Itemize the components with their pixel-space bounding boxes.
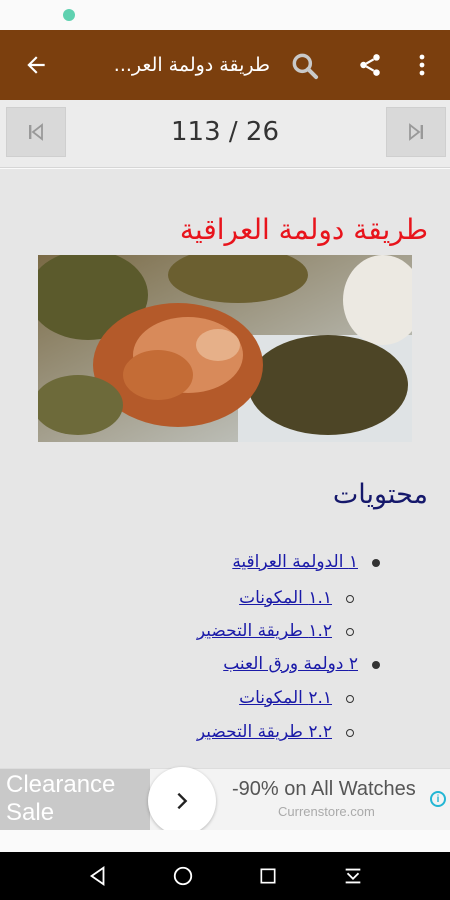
previous-page-button[interactable] bbox=[6, 107, 66, 157]
toc-item[interactable]: ١.١ المكونات bbox=[239, 581, 354, 615]
search-icon[interactable] bbox=[286, 47, 324, 85]
hollow-bullet-icon bbox=[346, 694, 354, 703]
hollow-bullet-icon bbox=[346, 728, 354, 737]
bullet-icon bbox=[372, 660, 380, 669]
dolma-photo bbox=[38, 255, 412, 442]
app-bar-title: طريقة دولمة العر... bbox=[113, 54, 270, 76]
page-navigator: 113 / 26 bbox=[0, 100, 450, 168]
home-circle-icon[interactable] bbox=[167, 860, 199, 892]
back-triangle-icon[interactable] bbox=[82, 860, 114, 892]
ad-open-button[interactable] bbox=[148, 767, 216, 835]
toc-item[interactable]: ٢.٢ طريقة التحضير bbox=[197, 715, 354, 749]
toc-item[interactable]: ٢.١ المكونات bbox=[239, 681, 354, 715]
status-bar bbox=[0, 0, 450, 30]
ad-banner[interactable]: Clearance Sale -90% on All Watches Curre… bbox=[0, 767, 450, 835]
article-title: طريقة دولمة العراقية bbox=[179, 213, 428, 246]
next-page-button[interactable] bbox=[386, 107, 446, 157]
skip-previous-icon bbox=[29, 123, 43, 141]
toc-item[interactable]: ١ الدولمة العراقية bbox=[232, 545, 380, 579]
ad-url: Currenstore.com bbox=[278, 804, 375, 819]
app-bar: طريقة دولمة العر... bbox=[0, 30, 450, 100]
toc-heading: محتويات bbox=[332, 479, 428, 510]
hollow-bullet-icon bbox=[346, 627, 354, 636]
share-icon[interactable] bbox=[352, 47, 388, 83]
back-arrow-icon[interactable] bbox=[18, 47, 54, 83]
ad-image: Clearance Sale bbox=[0, 769, 150, 831]
ad-left-line1: Clearance bbox=[6, 771, 116, 798]
spacer bbox=[0, 830, 450, 852]
article-content[interactable]: طريقة دولمة العراقية محتويات ١ الدولمة ا… bbox=[0, 169, 450, 769]
notification-dot-icon bbox=[63, 9, 75, 21]
toc-link[interactable]: ٢.١ المكونات bbox=[239, 688, 332, 708]
toc-link[interactable]: ١.٢ طريقة التحضير bbox=[197, 621, 332, 641]
toc-link[interactable]: ٢ دولمة ورق العنب bbox=[223, 654, 358, 674]
recents-square-icon[interactable] bbox=[252, 860, 284, 892]
hide-keyboard-icon[interactable] bbox=[337, 860, 369, 892]
toc-item[interactable]: ٢ دولمة ورق العنب bbox=[223, 647, 380, 681]
more-vert-icon[interactable] bbox=[408, 47, 436, 83]
toc-item[interactable]: ١.٢ طريقة التحضير bbox=[197, 614, 354, 648]
ad-headline[interactable]: -90% on All Watches bbox=[232, 778, 416, 801]
bullet-icon bbox=[372, 558, 380, 567]
adchoices-icon[interactable]: i bbox=[430, 791, 446, 807]
hollow-bullet-icon bbox=[346, 594, 354, 603]
system-nav-bar bbox=[0, 852, 450, 900]
chevron-right-icon bbox=[177, 792, 188, 810]
toc-link[interactable]: ١.١ المكونات bbox=[239, 588, 332, 608]
toc-link[interactable]: ١ الدولمة العراقية bbox=[232, 552, 358, 572]
skip-next-icon bbox=[409, 123, 423, 141]
toc-link[interactable]: ٢.٢ طريقة التحضير bbox=[197, 722, 332, 742]
ad-left-line2: Sale bbox=[6, 799, 55, 826]
page-counter: 113 / 26 bbox=[171, 117, 279, 147]
